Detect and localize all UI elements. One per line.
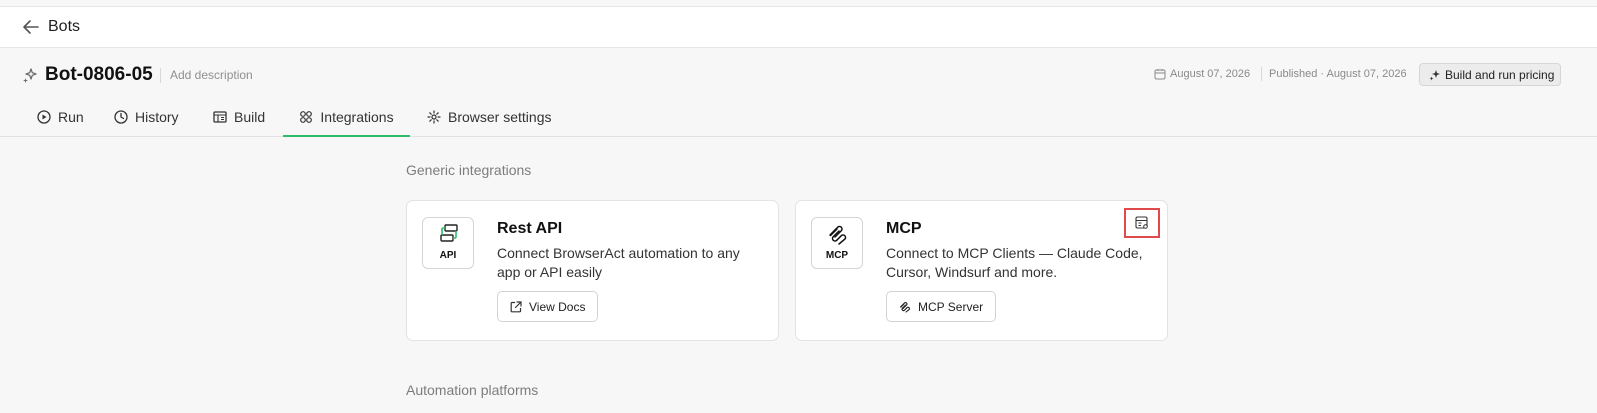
section-title-automation: Automation platforms xyxy=(406,382,539,398)
top-bar: Bots xyxy=(0,6,1597,48)
page-title: Bots xyxy=(48,18,81,35)
mcp-icon xyxy=(829,225,847,245)
pricing-button[interactable]: Build and run pricing xyxy=(1419,63,1561,86)
mcp-logo: MCP xyxy=(811,217,863,269)
logo-label: MCP xyxy=(825,250,849,261)
layout-icon xyxy=(213,111,227,123)
external-link-icon xyxy=(510,300,522,312)
tab-history[interactable]: History xyxy=(114,98,179,136)
divider xyxy=(160,68,161,83)
mcp-card: MCP MCP Connect to MCP Clients — Claude … xyxy=(795,200,1168,341)
calendar-icon xyxy=(1154,69,1166,80)
rest-api-card: API Rest API Connect BrowserAct automati… xyxy=(406,200,779,341)
button-label: MCP Server xyxy=(918,299,984,314)
mcp-icon xyxy=(899,301,910,313)
tab-integrations[interactable]: Integrations xyxy=(283,98,410,137)
pricing-button-label: Build and run pricing xyxy=(1445,67,1555,82)
sparkle-icon xyxy=(23,68,37,83)
tab-label: Build xyxy=(234,109,266,125)
tab-label: Integrations xyxy=(320,108,394,125)
card-description: Connect to MCP Clients — Claude Code, Cu… xyxy=(886,245,1143,280)
section-title-generic: Generic integrations xyxy=(406,162,532,178)
mcp-server-button[interactable]: MCP Server xyxy=(886,291,997,322)
tab-label: History xyxy=(135,109,179,125)
api-icon xyxy=(440,224,458,242)
mcp-config-button[interactable] xyxy=(1124,208,1160,238)
tab-bar: Run History Build Integrations Browser s… xyxy=(0,98,1597,137)
add-description-link[interactable]: Add description xyxy=(170,68,253,82)
rest-api-logo: API xyxy=(422,217,474,269)
button-label: View Docs xyxy=(529,299,586,314)
play-circle-icon xyxy=(37,110,51,124)
tab-browser-settings[interactable]: Browser settings xyxy=(427,98,551,136)
created-date: August 07, 2026 xyxy=(1170,68,1251,80)
arrow-left-icon[interactable] xyxy=(22,19,40,35)
settings-panel-icon xyxy=(1135,216,1148,229)
tab-label: Browser settings xyxy=(448,109,552,125)
published-date: Published · August 07, 2026 xyxy=(1269,68,1407,80)
tab-run[interactable]: Run xyxy=(37,98,84,136)
divider xyxy=(1261,67,1262,81)
logo-label: API xyxy=(439,250,457,261)
integrations-icon xyxy=(300,110,313,123)
view-docs-button[interactable]: View Docs xyxy=(497,291,599,322)
sparkle-icon xyxy=(1429,69,1440,80)
bot-name: Bot-0806-05 xyxy=(45,64,153,85)
clock-icon xyxy=(114,110,128,124)
tab-build[interactable]: Build xyxy=(213,98,265,136)
card-title: Rest API xyxy=(497,220,563,237)
card-title: MCP xyxy=(886,220,922,237)
gear-icon xyxy=(427,110,441,124)
tab-label: Run xyxy=(58,109,84,125)
card-description: Connect BrowserAct automation to any app… xyxy=(497,245,740,280)
